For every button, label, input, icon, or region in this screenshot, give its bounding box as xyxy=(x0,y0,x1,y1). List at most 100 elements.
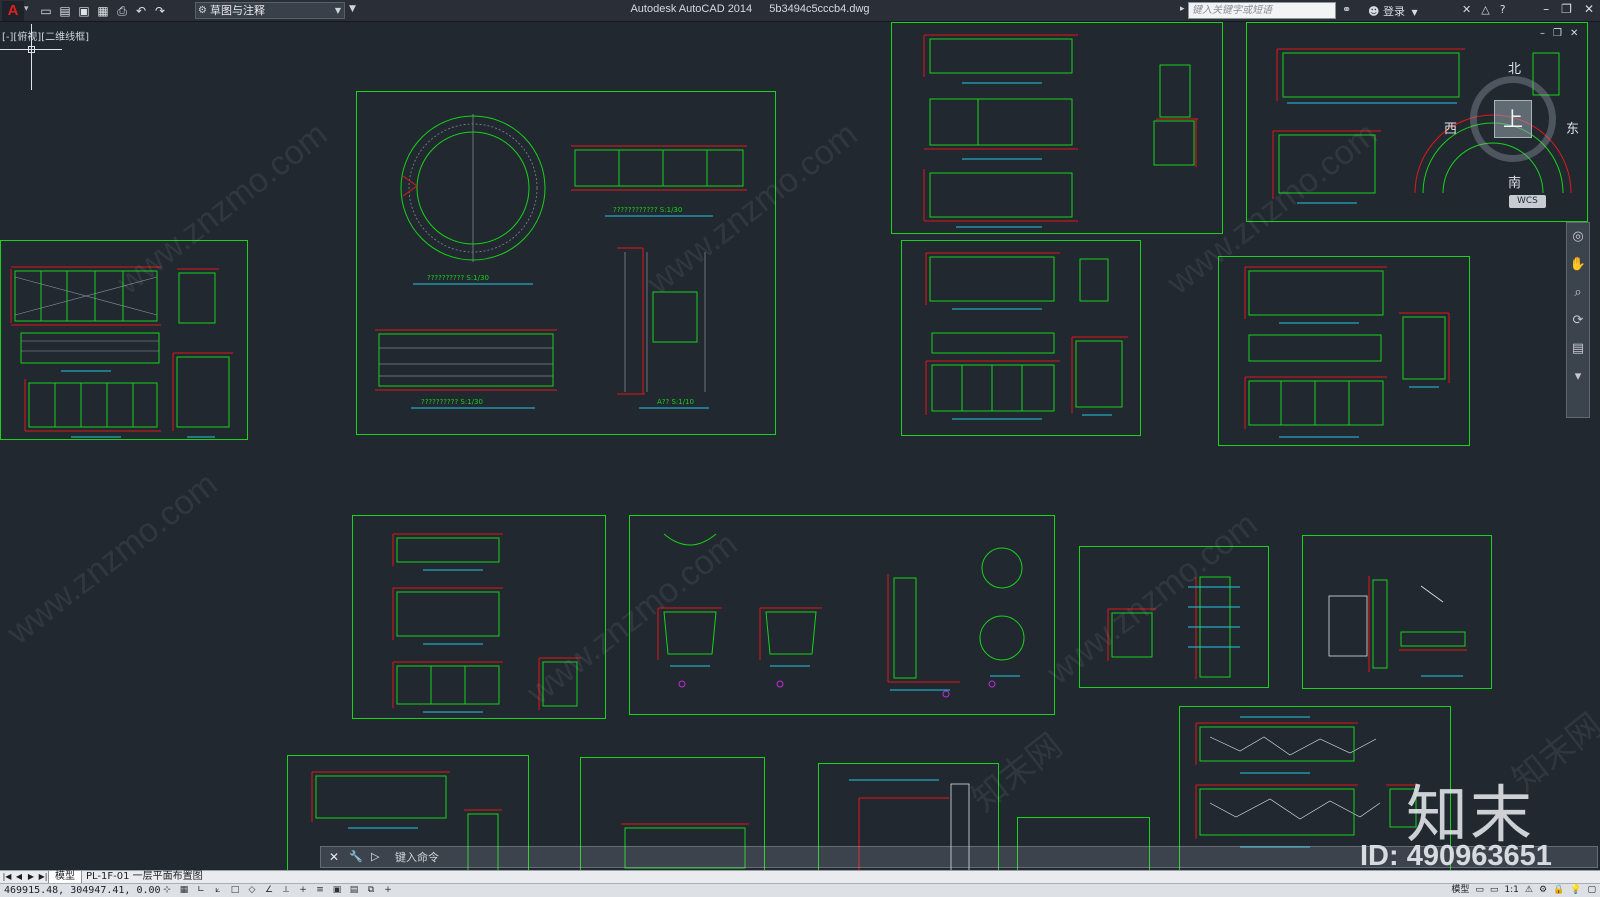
drawing-sheet-middle-counter-2[interactable] xyxy=(1218,256,1470,446)
selection-cycling-icon[interactable]: ⧉ xyxy=(364,884,378,897)
close-command-line-icon[interactable]: ✕ xyxy=(329,850,339,864)
round-desk-drawing: ?????????? S:1/30 ???????????? S:1/30 ??… xyxy=(375,114,747,409)
close-icon[interactable]: ✕ xyxy=(1584,2,1594,16)
transparency-icon[interactable]: ▣ xyxy=(330,884,344,897)
binoculars-icon[interactable]: ⚭ xyxy=(1342,3,1351,16)
annotation-scale[interactable]: 1:1 xyxy=(1504,884,1518,897)
annotation-monitor-icon[interactable]: + xyxy=(381,884,395,897)
command-line: ✕ 🔧 ▷ xyxy=(320,846,1598,868)
next-tab-icon[interactable]: ▶ xyxy=(26,871,36,883)
app-name: Autodesk AutoCAD 2014 xyxy=(630,3,753,15)
cursor-coordinates[interactable]: 469915.48, 304947.41, 0.00 xyxy=(4,884,161,897)
restore-icon[interactable]: ❐ xyxy=(1553,28,1562,39)
first-tab-icon[interactable]: |◀ xyxy=(2,871,12,883)
quick-view-drawings-icon[interactable]: ▭ xyxy=(1490,884,1499,897)
login-button[interactable]: ☻ 登录 ▼ xyxy=(1368,3,1418,19)
help-icon[interactable]: ? xyxy=(1500,3,1506,16)
viewport-controls[interactable]: [-][俯视][二维线框] xyxy=(2,28,89,43)
clean-screen-icon[interactable]: ▢ xyxy=(1587,884,1596,897)
section-2-drawing xyxy=(1328,576,1467,677)
compass-west[interactable]: 西 xyxy=(1444,118,1457,137)
drawing-sheet-section-2[interactable] xyxy=(1302,535,1492,689)
zoom-icon[interactable]: ⌕ xyxy=(1567,279,1589,307)
chevron-down-icon: ▼ xyxy=(1411,8,1418,17)
drawing-sheet-top-middle[interactable] xyxy=(891,22,1223,234)
search-tools: ⚭ xyxy=(1342,3,1351,16)
middle-counter-drawing xyxy=(925,252,1128,420)
viewcube-top-face[interactable]: 上 xyxy=(1494,100,1532,138)
command-input[interactable] xyxy=(395,849,955,865)
compass-north[interactable]: 北 xyxy=(1508,58,1521,77)
search-expand-icon[interactable]: ▸ xyxy=(1180,4,1185,14)
layout-tabs-bar: |◀ ◀ ▶ ▶| 模型 PL-1F-01 一层平面布置图 xyxy=(0,870,1600,884)
osnap-icon[interactable]: □ xyxy=(228,884,242,897)
pan-icon[interactable]: ✋ xyxy=(1567,251,1589,279)
drawing-sheet-section-1[interactable] xyxy=(1079,546,1269,688)
ortho-icon[interactable]: ∟ xyxy=(194,884,208,897)
sheet-caption: ?????????? S:1/30 xyxy=(427,274,489,282)
drawing-sheet-basin-details[interactable] xyxy=(629,515,1055,715)
viewcube[interactable]: 上 北 南 东 西 WCS xyxy=(1444,58,1579,208)
ducs-icon[interactable]: ⟂ xyxy=(279,884,293,897)
exchange-icon[interactable]: ✕ xyxy=(1462,3,1471,16)
close-icon[interactable]: ✕ xyxy=(1570,28,1578,39)
restore-icon[interactable]: ❐ xyxy=(1561,2,1572,16)
model-space-canvas[interactable]: [-][俯视][二维线框] ?????????? S:1/30 ????????… xyxy=(0,22,1600,870)
drafting-settings: ⊹ ▦ ∟ ⟀ □ ◇ ∠ ⟂ + ≡ ▣ ▤ ⧉ + xyxy=(160,884,395,897)
wcs-menu[interactable]: WCS xyxy=(1509,195,1546,208)
drawing-sheet-middle-counter-1[interactable] xyxy=(901,240,1141,436)
quick-properties-icon[interactable]: ▤ xyxy=(347,884,361,897)
titlebar-tools: ✕ △ ? xyxy=(1462,3,1506,16)
isolate-objects-icon[interactable]: 💡 xyxy=(1570,884,1581,897)
drawing-sheet-lower-counter[interactable] xyxy=(352,515,606,719)
compass-east[interactable]: 东 xyxy=(1566,118,1579,137)
crosshair-vertical xyxy=(31,24,32,90)
lineweight-icon[interactable]: ≡ xyxy=(313,884,327,897)
customize-icon[interactable]: 🔧 xyxy=(349,850,363,863)
showmotion-icon[interactable]: ▤ xyxy=(1567,335,1589,363)
window-controls: – ❐ ✕ xyxy=(1543,2,1594,16)
crosshair-pickbox xyxy=(28,46,35,53)
quick-view-layouts-icon[interactable]: ▭ xyxy=(1475,884,1484,897)
counter-elevation-drawing xyxy=(10,266,233,438)
drawing-sheet-round-desk[interactable]: ?????????? S:1/30 ???????????? S:1/30 ??… xyxy=(356,91,776,435)
last-tab-icon[interactable]: ▶| xyxy=(38,871,48,883)
polar-icon[interactable]: ⟀ xyxy=(211,884,225,897)
sheet-caption: A?? S:1/10 xyxy=(657,398,694,406)
orbit-icon[interactable]: ⟳ xyxy=(1567,307,1589,335)
status-right-tools: 模型 ▭ ▭ 1:1 ⚠ ⚙ 🔒 💡 ▢ xyxy=(1451,884,1596,897)
workspace-switch-icon[interactable]: ⚙ xyxy=(1539,884,1547,897)
minimize-icon[interactable]: – xyxy=(1543,2,1549,16)
model-space-toggle[interactable]: 模型 xyxy=(1451,884,1469,897)
dyn-icon[interactable]: + xyxy=(296,884,310,897)
navigation-bar: ◎ ✋ ⌕ ⟳ ▤ ▾ xyxy=(1566,222,1590,418)
lower-counter-drawing xyxy=(392,533,581,713)
section-1-drawing xyxy=(1107,576,1240,679)
snap-icon[interactable]: ⊹ xyxy=(160,884,174,897)
top-middle-drawing xyxy=(923,34,1198,228)
minimize-icon[interactable]: – xyxy=(1540,28,1545,39)
lock-icon[interactable]: 🔒 xyxy=(1553,884,1564,897)
search-input[interactable]: 键入关键字或短语 xyxy=(1188,2,1336,19)
file-name: 5b3494c5cccb4.dwg xyxy=(769,3,870,15)
grid-icon[interactable]: ▦ xyxy=(177,884,191,897)
otrack-icon[interactable]: ∠ xyxy=(262,884,276,897)
drawing-sheet-left-counter[interactable] xyxy=(0,240,248,440)
command-prompt-icon: ▷ xyxy=(371,850,380,863)
compass-south[interactable]: 南 xyxy=(1508,172,1521,191)
watermark-text: www.znzmo.com xyxy=(0,464,225,652)
a360-icon[interactable]: △ xyxy=(1481,3,1489,16)
title-bar: A ▾ ▭ ▤ ▣ ▦ ⎙ ↶ ↷ ⚙ 草图与注释 ▼ ▼ Autodesk A… xyxy=(0,0,1600,22)
navbar-options-icon[interactable]: ▾ xyxy=(1567,363,1589,391)
3dosnap-icon[interactable]: ◇ xyxy=(245,884,259,897)
steering-wheel-icon[interactable]: ◎ xyxy=(1567,223,1589,251)
middle-counter-2-drawing xyxy=(1244,266,1450,438)
status-bar: 469915.48, 304947.41, 0.00 ⊹ ▦ ∟ ⟀ □ ◇ ∠… xyxy=(0,883,1600,897)
prev-tab-icon[interactable]: ◀ xyxy=(14,871,24,883)
login-label: 登录 xyxy=(1382,5,1405,18)
sheet-caption: ???????????? S:1/30 xyxy=(613,206,682,214)
annotation-visibility-icon[interactable]: ⚠ xyxy=(1525,884,1533,897)
viewport-window-controls: – ❐ ✕ xyxy=(1540,28,1578,39)
user-icon: ☻ xyxy=(1368,5,1380,18)
sheet-caption: ?????????? S:1/30 xyxy=(421,398,483,406)
